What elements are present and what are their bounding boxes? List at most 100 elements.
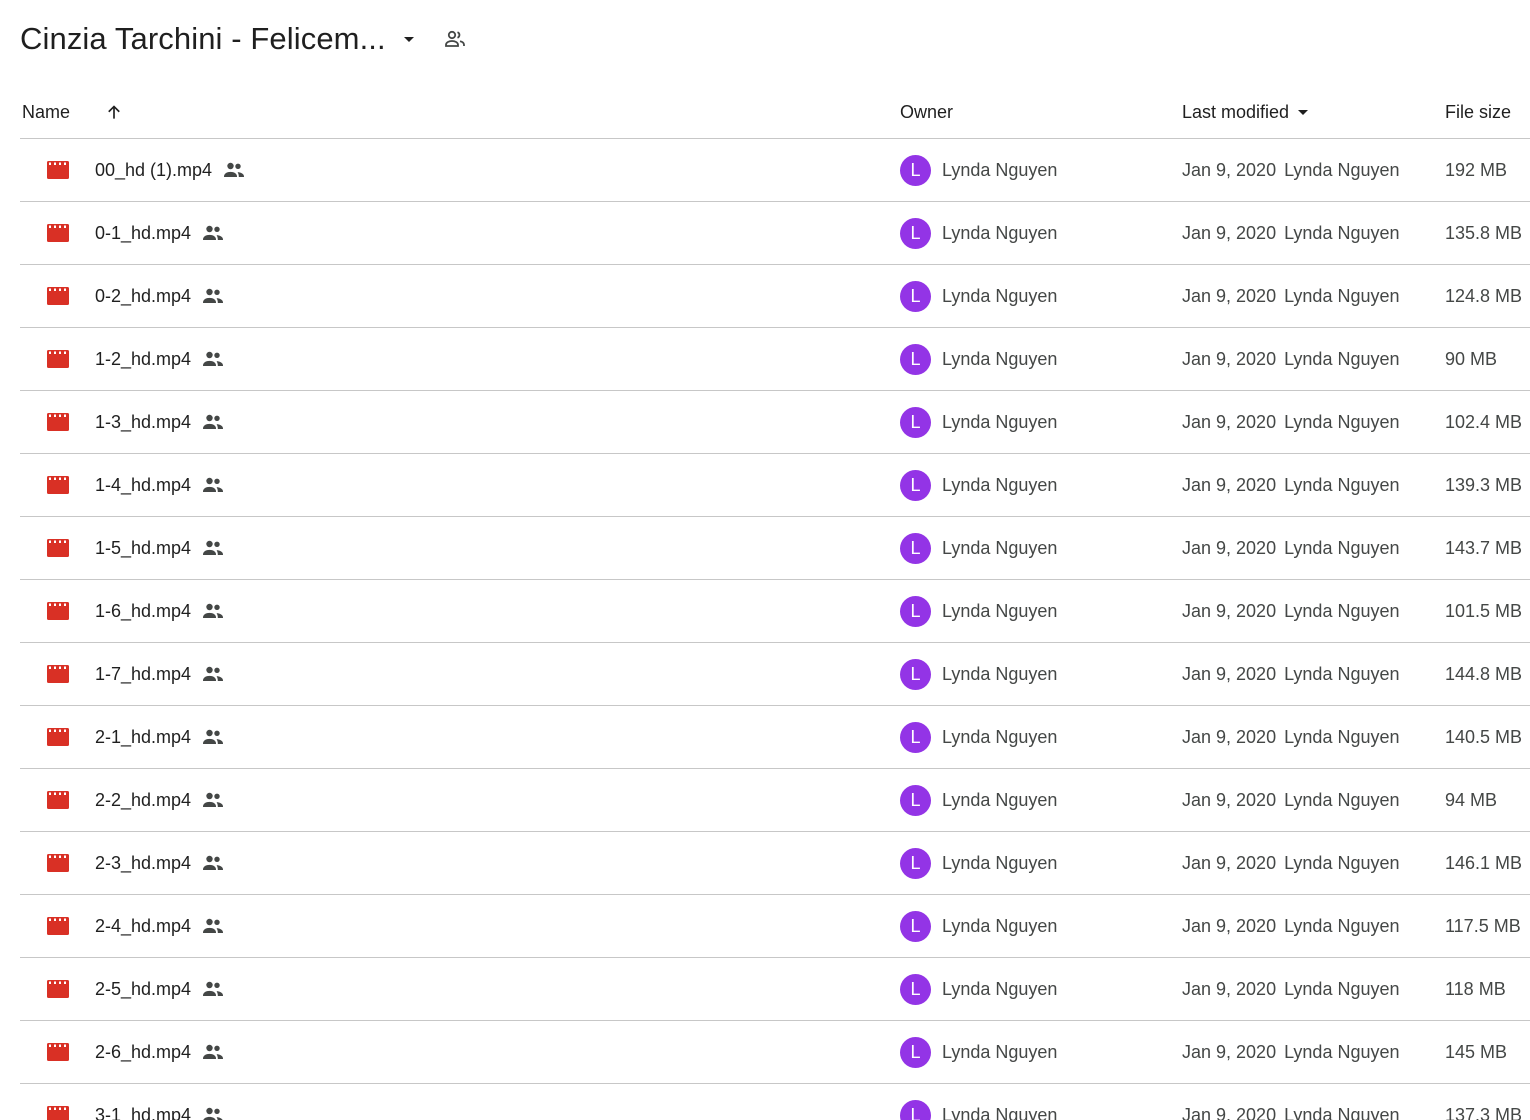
- modified-by: Lynda Nguyen: [1284, 348, 1400, 369]
- modified-date: Jan 9, 2020: [1182, 726, 1277, 747]
- file-size: 135.8 MB: [1445, 222, 1523, 243]
- file-name[interactable]: 2-1_hd.mp4: [95, 727, 191, 748]
- file-name-cell: 1-6_hd.mp4: [95, 580, 225, 642]
- modified-by: Lynda Nguyen: [1284, 852, 1400, 873]
- file-row[interactable]: 1-4_hd.mp4 L Lynda Nguyen Jan 9, 2020 Ly…: [20, 454, 1530, 517]
- file-name[interactable]: 0-2_hd.mp4: [95, 286, 191, 307]
- avatar[interactable]: L: [900, 343, 931, 375]
- file-name[interactable]: 1-4_hd.mp4: [95, 475, 191, 496]
- file-size: 143.7 MB: [1445, 537, 1523, 558]
- file-name[interactable]: 0-1_hd.mp4: [95, 223, 191, 244]
- shared-people-icon: [201, 223, 225, 243]
- avatar[interactable]: L: [900, 532, 931, 564]
- modified-by: Lynda Nguyen: [1284, 1104, 1400, 1120]
- avatar[interactable]: L: [900, 847, 931, 879]
- avatar[interactable]: L: [900, 721, 931, 753]
- last-modified-cell: Jan 9, 2020 Lynda Nguyen: [1182, 391, 1400, 453]
- file-row[interactable]: 3-1_hd.mp4 L Lynda Nguyen Jan 9, 2020 Ly…: [20, 1084, 1530, 1120]
- file-name[interactable]: 2-4_hd.mp4: [95, 916, 191, 937]
- file-name[interactable]: 2-2_hd.mp4: [95, 790, 191, 811]
- file-row[interactable]: 00_hd (1).mp4 L Lynda Nguyen Jan 9, 2020…: [20, 139, 1530, 202]
- column-header-row: Name Owner Last modified File size: [20, 86, 1530, 139]
- last-modified-cell: Jan 9, 2020 Lynda Nguyen: [1182, 139, 1400, 201]
- file-name-cell: 1-4_hd.mp4: [95, 454, 225, 516]
- arrow-drop-down-icon[interactable]: [392, 22, 426, 56]
- modified-by: Lynda Nguyen: [1284, 474, 1400, 495]
- avatar[interactable]: L: [900, 1036, 931, 1068]
- file-row[interactable]: 1-2_hd.mp4 L Lynda Nguyen Jan 9, 2020 Ly…: [20, 328, 1530, 391]
- avatar[interactable]: L: [900, 469, 931, 501]
- avatar[interactable]: L: [900, 406, 931, 438]
- file-row[interactable]: 0-1_hd.mp4 L Lynda Nguyen Jan 9, 2020 Ly…: [20, 202, 1530, 265]
- modified-by: Lynda Nguyen: [1284, 915, 1400, 936]
- file-size: 137.3 MB: [1445, 1104, 1523, 1120]
- video-file-icon: [46, 1021, 70, 1083]
- column-header-name[interactable]: Name: [22, 86, 70, 138]
- owner-cell: L Lynda Nguyen: [900, 202, 1057, 264]
- owner-cell: L Lynda Nguyen: [900, 643, 1057, 705]
- file-size: 90 MB: [1445, 348, 1498, 369]
- file-size: 144.8 MB: [1445, 663, 1523, 684]
- file-name[interactable]: 2-5_hd.mp4: [95, 979, 191, 1000]
- file-size: 94 MB: [1445, 789, 1498, 810]
- owner-cell: L Lynda Nguyen: [900, 517, 1057, 579]
- folder-title[interactable]: Cinzia Tarchini - Felicem...: [20, 21, 386, 57]
- last-modified-cell: Jan 9, 2020 Lynda Nguyen: [1182, 1021, 1400, 1083]
- file-row[interactable]: 2-4_hd.mp4 L Lynda Nguyen Jan 9, 2020 Ly…: [20, 895, 1530, 958]
- file-name[interactable]: 1-3_hd.mp4: [95, 412, 191, 433]
- file-name[interactable]: 00_hd (1).mp4: [95, 160, 212, 181]
- modified-date: Jan 9, 2020: [1182, 1041, 1277, 1062]
- video-file-icon: [46, 265, 70, 327]
- avatar[interactable]: L: [900, 910, 931, 942]
- shared-people-icon: [201, 1042, 225, 1062]
- video-file-icon: [46, 517, 70, 579]
- avatar[interactable]: L: [900, 1099, 931, 1120]
- file-row[interactable]: 0-2_hd.mp4 L Lynda Nguyen Jan 9, 2020 Ly…: [20, 265, 1530, 328]
- avatar[interactable]: L: [900, 280, 931, 312]
- column-header-last-modified[interactable]: Last modified: [1182, 86, 1315, 138]
- arrow-upward-icon[interactable]: [98, 96, 130, 128]
- file-size: 117.5 MB: [1445, 915, 1521, 936]
- avatar[interactable]: L: [900, 595, 931, 627]
- file-name[interactable]: 1-7_hd.mp4: [95, 664, 191, 685]
- file-name-cell: 2-2_hd.mp4: [95, 769, 225, 831]
- video-file-icon: [46, 328, 70, 390]
- file-name[interactable]: 2-3_hd.mp4: [95, 853, 191, 874]
- file-row[interactable]: 1-3_hd.mp4 L Lynda Nguyen Jan 9, 2020 Ly…: [20, 391, 1530, 454]
- file-name[interactable]: 3-1_hd.mp4: [95, 1105, 191, 1120]
- modified-date: Jan 9, 2020: [1182, 159, 1277, 180]
- file-row[interactable]: 2-6_hd.mp4 L Lynda Nguyen Jan 9, 2020 Ly…: [20, 1021, 1530, 1084]
- modified-by: Lynda Nguyen: [1284, 600, 1400, 621]
- file-row[interactable]: 1-7_hd.mp4 L Lynda Nguyen Jan 9, 2020 Ly…: [20, 643, 1530, 706]
- file-size: 118 MB: [1445, 978, 1506, 999]
- file-row[interactable]: 1-5_hd.mp4 L Lynda Nguyen Jan 9, 2020 Ly…: [20, 517, 1530, 580]
- drive-folder-view: Cinzia Tarchini - Felicem... Name Owner …: [0, 0, 1530, 1120]
- avatar[interactable]: L: [900, 973, 931, 1005]
- file-row[interactable]: 2-5_hd.mp4 L Lynda Nguyen Jan 9, 2020 Ly…: [20, 958, 1530, 1021]
- file-name-cell: 1-7_hd.mp4: [95, 643, 225, 705]
- shared-people-icon: [201, 853, 225, 873]
- file-name[interactable]: 1-2_hd.mp4: [95, 349, 191, 370]
- file-name[interactable]: 1-5_hd.mp4: [95, 538, 191, 559]
- file-row[interactable]: 2-1_hd.mp4 L Lynda Nguyen Jan 9, 2020 Ly…: [20, 706, 1530, 769]
- last-modified-cell: Jan 9, 2020 Lynda Nguyen: [1182, 580, 1400, 642]
- avatar[interactable]: L: [900, 784, 931, 816]
- modified-date: Jan 9, 2020: [1182, 852, 1277, 873]
- file-name[interactable]: 2-6_hd.mp4: [95, 1042, 191, 1063]
- modified-date: Jan 9, 2020: [1182, 537, 1277, 558]
- column-header-file-size[interactable]: File size: [1445, 86, 1511, 138]
- avatar[interactable]: L: [900, 217, 931, 249]
- last-modified-cell: Jan 9, 2020 Lynda Nguyen: [1182, 769, 1400, 831]
- owner-name: Lynda Nguyen: [942, 411, 1058, 432]
- people-outline-icon[interactable]: [438, 22, 472, 56]
- modified-by: Lynda Nguyen: [1284, 222, 1400, 243]
- column-header-owner[interactable]: Owner: [900, 86, 953, 138]
- file-row[interactable]: 2-2_hd.mp4 L Lynda Nguyen Jan 9, 2020 Ly…: [20, 769, 1530, 832]
- file-name-cell: 2-4_hd.mp4: [95, 895, 225, 957]
- avatar[interactable]: L: [900, 154, 931, 186]
- file-name[interactable]: 1-6_hd.mp4: [95, 601, 191, 622]
- avatar[interactable]: L: [900, 658, 931, 690]
- file-size: 146.1 MB: [1445, 852, 1523, 873]
- file-row[interactable]: 1-6_hd.mp4 L Lynda Nguyen Jan 9, 2020 Ly…: [20, 580, 1530, 643]
- file-row[interactable]: 2-3_hd.mp4 L Lynda Nguyen Jan 9, 2020 Ly…: [20, 832, 1530, 895]
